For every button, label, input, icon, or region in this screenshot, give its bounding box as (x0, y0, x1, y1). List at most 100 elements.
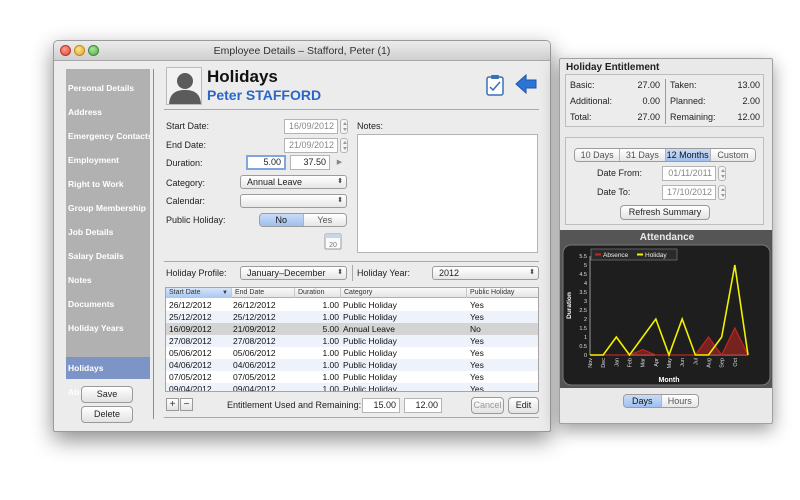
sidebar-item-group-membership[interactable]: Group Membership (66, 197, 150, 219)
date-from-field[interactable]: 01/11/2011 (662, 166, 716, 181)
table-row[interactable]: 05/06/2012 05/06/2012 1.00 Public Holida… (166, 347, 538, 359)
sidebar-item-address[interactable]: Address (66, 101, 150, 123)
play-icon[interactable]: ▶ (333, 156, 346, 169)
sidebar-item-holidays[interactable]: Holidays (66, 357, 150, 379)
clipboard-icon[interactable] (486, 74, 504, 96)
public-holiday-no[interactable]: No (260, 214, 304, 226)
sidebar-item-holiday-years[interactable]: Holiday Years (66, 317, 150, 339)
cell-end-date: 26/12/2012 (233, 300, 276, 310)
holiday-profile-select[interactable]: January–December ⬍ (240, 266, 347, 280)
x-axis-label: Month (659, 377, 680, 384)
duration-hours-field[interactable]: 37.50 (290, 155, 330, 170)
start-date-stepper[interactable] (340, 119, 348, 134)
select-arrows-icon: ⬍ (529, 269, 535, 276)
category-select[interactable]: Annual Leave ⬍ (240, 175, 347, 189)
y-tick-label: 3 (584, 299, 587, 305)
sidebar-item-right-to-work[interactable]: Right to Work (66, 173, 150, 195)
public-holiday-yes[interactable]: Yes (303, 214, 346, 226)
holiday-year-value: 2012 (439, 268, 460, 278)
date-to-field[interactable]: 17/10/2012 (662, 185, 716, 200)
planned-label: Planned: (670, 96, 706, 106)
x-tick-label: Aug (707, 358, 713, 368)
additional-value: 0.00 (642, 96, 660, 106)
cell-duration: 1.00 (322, 300, 339, 310)
cell-duration: 1.00 (322, 372, 339, 382)
table-row[interactable]: 07/05/2012 07/05/2012 1.00 Public Holida… (166, 371, 538, 383)
range-31-days[interactable]: 31 Days (620, 149, 666, 161)
notes-textarea[interactable] (357, 134, 538, 253)
title-bar[interactable]: Employee Details – Stafford, Peter (1) (54, 41, 550, 61)
table-row[interactable]: 09/04/2012 09/04/2012 1.00 Public Holida… (166, 383, 538, 392)
y-tick-label: 4 (584, 281, 587, 287)
calendar-select[interactable]: ⬍ (240, 194, 347, 208)
range-10-days[interactable]: 10 Days (575, 149, 621, 161)
planned-value: 2.00 (742, 96, 760, 106)
edit-button[interactable]: Edit (508, 397, 539, 414)
remove-holiday-button[interactable]: − (180, 398, 193, 411)
holidays-table[interactable]: Start Date ▼ End Date Duration Category … (165, 287, 539, 392)
range-selector[interactable]: 10 Days 31 Days 12 Months Custom (574, 148, 756, 162)
refresh-summary-button[interactable]: Refresh Summary (620, 205, 710, 220)
end-date-stepper[interactable] (340, 138, 348, 153)
cell-public-holiday: Yes (470, 348, 484, 358)
y-tick-label: 5.5 (579, 254, 587, 260)
holiday-year-select[interactable]: 2012 ⬍ (432, 266, 539, 280)
sidebar-divider (153, 69, 154, 419)
column-header-start-date[interactable]: Start Date ▼ (166, 288, 232, 298)
date-from-stepper[interactable] (718, 166, 726, 181)
range-custom[interactable]: Custom (710, 149, 755, 161)
unit-hours[interactable]: Hours (661, 395, 698, 407)
table-row[interactable]: 04/06/2012 04/06/2012 1.00 Public Holida… (166, 359, 538, 371)
column-header-label: Start Date (169, 289, 201, 296)
start-date-field[interactable]: 16/09/2012 (284, 119, 338, 134)
basic-value: 27.00 (637, 80, 660, 90)
unit-days[interactable]: Days (624, 395, 662, 407)
calendar-icon-day: 20 (329, 242, 337, 249)
back-arrow-icon[interactable] (515, 73, 537, 95)
sidebar-item-employment[interactable]: Employment (66, 149, 150, 171)
x-tick-label: Jan (614, 358, 620, 367)
end-date-field[interactable]: 21/09/2012 (284, 138, 338, 153)
add-holiday-button[interactable]: + (166, 398, 179, 411)
x-tick-label: Jun (680, 358, 686, 367)
start-date-label: Start Date: (166, 121, 210, 131)
sidebar-item-documents[interactable]: Documents (66, 293, 150, 315)
employee-name: Peter STAFFORD (207, 87, 322, 103)
cell-end-date: 21/09/2012 (233, 324, 276, 334)
cancel-button[interactable]: Cancel (471, 397, 504, 414)
cell-end-date: 05/06/2012 (233, 348, 276, 358)
cell-start-date: 25/12/2012 (169, 312, 212, 322)
range-12-months[interactable]: 12 Months (665, 149, 711, 161)
column-header-public-holiday[interactable]: Public Holiday (467, 288, 538, 298)
table-row[interactable]: 26/12/2012 26/12/2012 1.00 Public Holida… (166, 299, 538, 311)
table-row-selected[interactable]: 16/09/2012 21/09/2012 5.00 Annual Leave … (166, 323, 538, 335)
cell-public-holiday: Yes (470, 336, 484, 346)
cell-category: Public Holiday (343, 384, 397, 392)
cell-start-date: 27/08/2012 (169, 336, 212, 346)
sidebar-item-notes[interactable]: Notes (66, 269, 150, 291)
duration-days-field[interactable]: 5.00 (246, 155, 286, 170)
column-header-end-date[interactable]: End Date (232, 288, 295, 298)
table-row[interactable]: 27/08/2012 27/08/2012 1.00 Public Holida… (166, 335, 538, 347)
cell-category: Public Holiday (343, 360, 397, 370)
unit-toggle[interactable]: Days Hours (623, 394, 699, 408)
sidebar-item-salary-details[interactable]: Salary Details (66, 245, 150, 267)
holiday-profile-value: January–December (247, 268, 326, 278)
delete-button[interactable]: Delete (81, 406, 133, 423)
cell-category: Public Holiday (343, 300, 397, 310)
sidebar-item-emergency-contacts[interactable]: Emergency Contacts (66, 125, 150, 147)
sidebar-item-personal-details[interactable]: Personal Details (66, 77, 150, 99)
save-button[interactable]: Save (81, 386, 133, 403)
column-header-duration[interactable]: Duration (295, 288, 341, 298)
legend-absence-label: Absence (603, 252, 629, 259)
table-row[interactable]: 25/12/2012 25/12/2012 1.00 Public Holida… (166, 311, 538, 323)
select-arrows-icon: ⬍ (337, 197, 343, 204)
sort-descending-icon: ▼ (222, 290, 228, 296)
select-arrows-icon: ⬍ (337, 178, 343, 185)
sidebar-item-job-details[interactable]: Job Details (66, 221, 150, 243)
public-holiday-toggle[interactable]: No Yes (259, 213, 347, 227)
date-to-stepper[interactable] (718, 185, 726, 200)
date-to-label: Date To: (597, 187, 631, 197)
calendar-icon[interactable]: 20 (324, 232, 342, 250)
column-header-category[interactable]: Category (341, 288, 467, 298)
